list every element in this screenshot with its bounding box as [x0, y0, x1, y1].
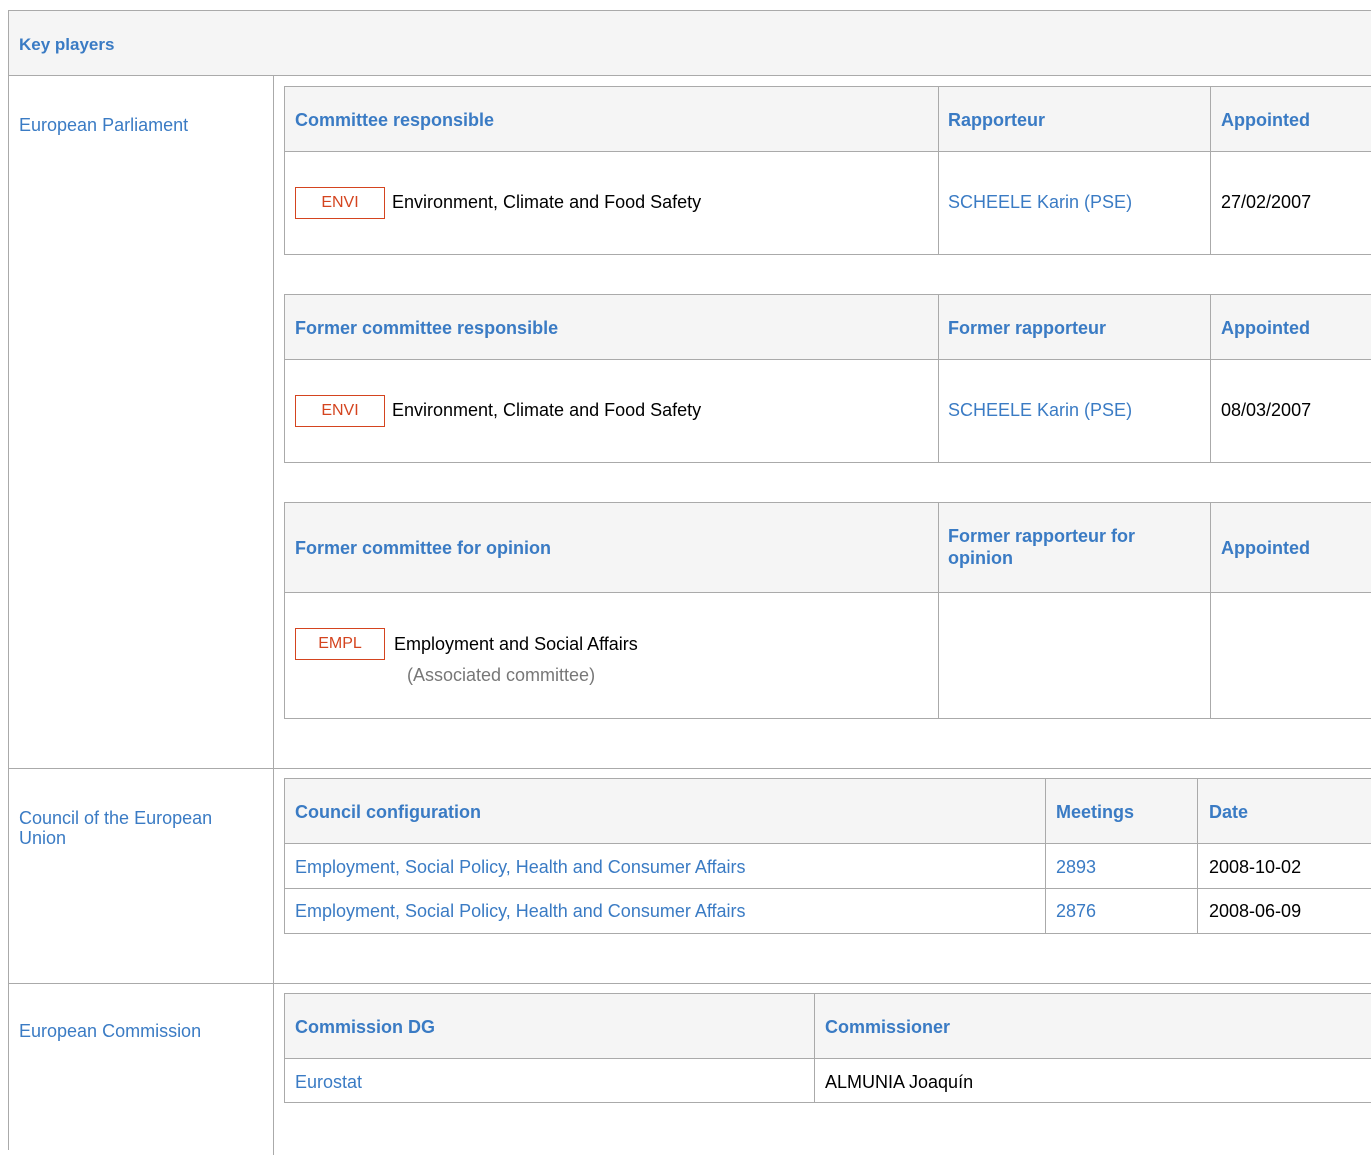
- council-table: Council configuration Meetings Date Empl…: [284, 778, 1371, 934]
- meeting-link[interactable]: 2876: [1056, 900, 1096, 922]
- commissioner-name: ALMUNIA Joaquín: [825, 1072, 974, 1092]
- column-divider: [938, 87, 939, 254]
- header-appointed[interactable]: Appointed: [1221, 317, 1310, 339]
- commission-dg-link[interactable]: Eurostat: [295, 1071, 362, 1093]
- meeting-date: 2008-10-02: [1209, 857, 1302, 877]
- column-divider: [273, 75, 274, 1155]
- section-label-council[interactable]: Council of the European Union: [19, 808, 259, 848]
- header-former-committee-opinion[interactable]: Former committee for opinion: [295, 537, 551, 559]
- panel-title: Key players: [19, 35, 115, 54]
- former-committee-responsible-table: Former committee responsible Former rapp…: [284, 294, 1371, 463]
- column-divider: [1210, 503, 1211, 718]
- header-commissioner[interactable]: Commissioner: [825, 1016, 950, 1038]
- meeting-link[interactable]: 2893: [1056, 856, 1096, 878]
- row-divider: [9, 768, 1371, 769]
- row-divider: [9, 983, 1371, 984]
- rapporteur-link[interactable]: SCHEELE Karin (PSE): [948, 191, 1132, 213]
- committee-name: Environment, Climate and Food Safety: [392, 192, 702, 212]
- header-rapporteur[interactable]: Rapporteur: [948, 109, 1045, 131]
- column-divider: [938, 503, 939, 718]
- committee-badge[interactable]: ENVI: [295, 187, 385, 219]
- header-commission-dg[interactable]: Commission DG: [295, 1016, 435, 1038]
- section-label-parliament[interactable]: European Parliament: [19, 115, 188, 135]
- column-divider: [1210, 295, 1211, 462]
- committee-name: Employment and Social Affairs: [394, 634, 638, 654]
- header-council-configuration[interactable]: Council configuration: [295, 801, 481, 823]
- column-divider: [1210, 87, 1211, 254]
- committee-name: Environment, Climate and Food Safety: [392, 400, 702, 420]
- column-divider: [814, 994, 815, 1102]
- meeting-date: 2008-06-09: [1209, 901, 1302, 921]
- rapporteur-link[interactable]: SCHEELE Karin (PSE): [948, 399, 1132, 421]
- header-meetings[interactable]: Meetings: [1056, 801, 1134, 823]
- appointed-date: 08/03/2007: [1221, 400, 1312, 420]
- committee-responsible-table: Committee responsible Rapporteur Appoint…: [284, 86, 1371, 255]
- committee-badge[interactable]: ENVI: [295, 395, 385, 427]
- column-divider: [1045, 779, 1046, 933]
- row-divider: [285, 888, 1371, 889]
- header-former-rapporteur-opinion[interactable]: Former rapporteur for opinion: [948, 525, 1178, 569]
- committee-note: (Associated committee): [407, 665, 596, 685]
- council-configuration-link[interactable]: Employment, Social Policy, Health and Co…: [295, 856, 746, 878]
- header-date[interactable]: Date: [1209, 801, 1248, 823]
- header-appointed[interactable]: Appointed: [1221, 537, 1310, 559]
- header-appointed[interactable]: Appointed: [1221, 109, 1310, 131]
- committee-badge[interactable]: EMPL: [295, 628, 385, 660]
- appointed-date: 27/02/2007: [1221, 192, 1312, 212]
- column-divider: [1197, 779, 1198, 933]
- column-divider: [938, 295, 939, 462]
- former-committee-opinion-table: Former committee for opinion Former rapp…: [284, 502, 1371, 719]
- council-configuration-link[interactable]: Employment, Social Policy, Health and Co…: [295, 900, 746, 922]
- header-committee[interactable]: Committee responsible: [295, 109, 494, 131]
- header-former-committee[interactable]: Former committee responsible: [295, 317, 558, 339]
- header-former-rapporteur[interactable]: Former rapporteur: [948, 317, 1106, 339]
- section-label-commission[interactable]: European Commission: [19, 1021, 201, 1041]
- panel-header: Key players: [9, 11, 1371, 76]
- key-players-panel: Key players European Parliament Committe…: [8, 10, 1371, 1155]
- commission-table: Commission DG Commissioner Eurostat ALMU…: [284, 993, 1371, 1103]
